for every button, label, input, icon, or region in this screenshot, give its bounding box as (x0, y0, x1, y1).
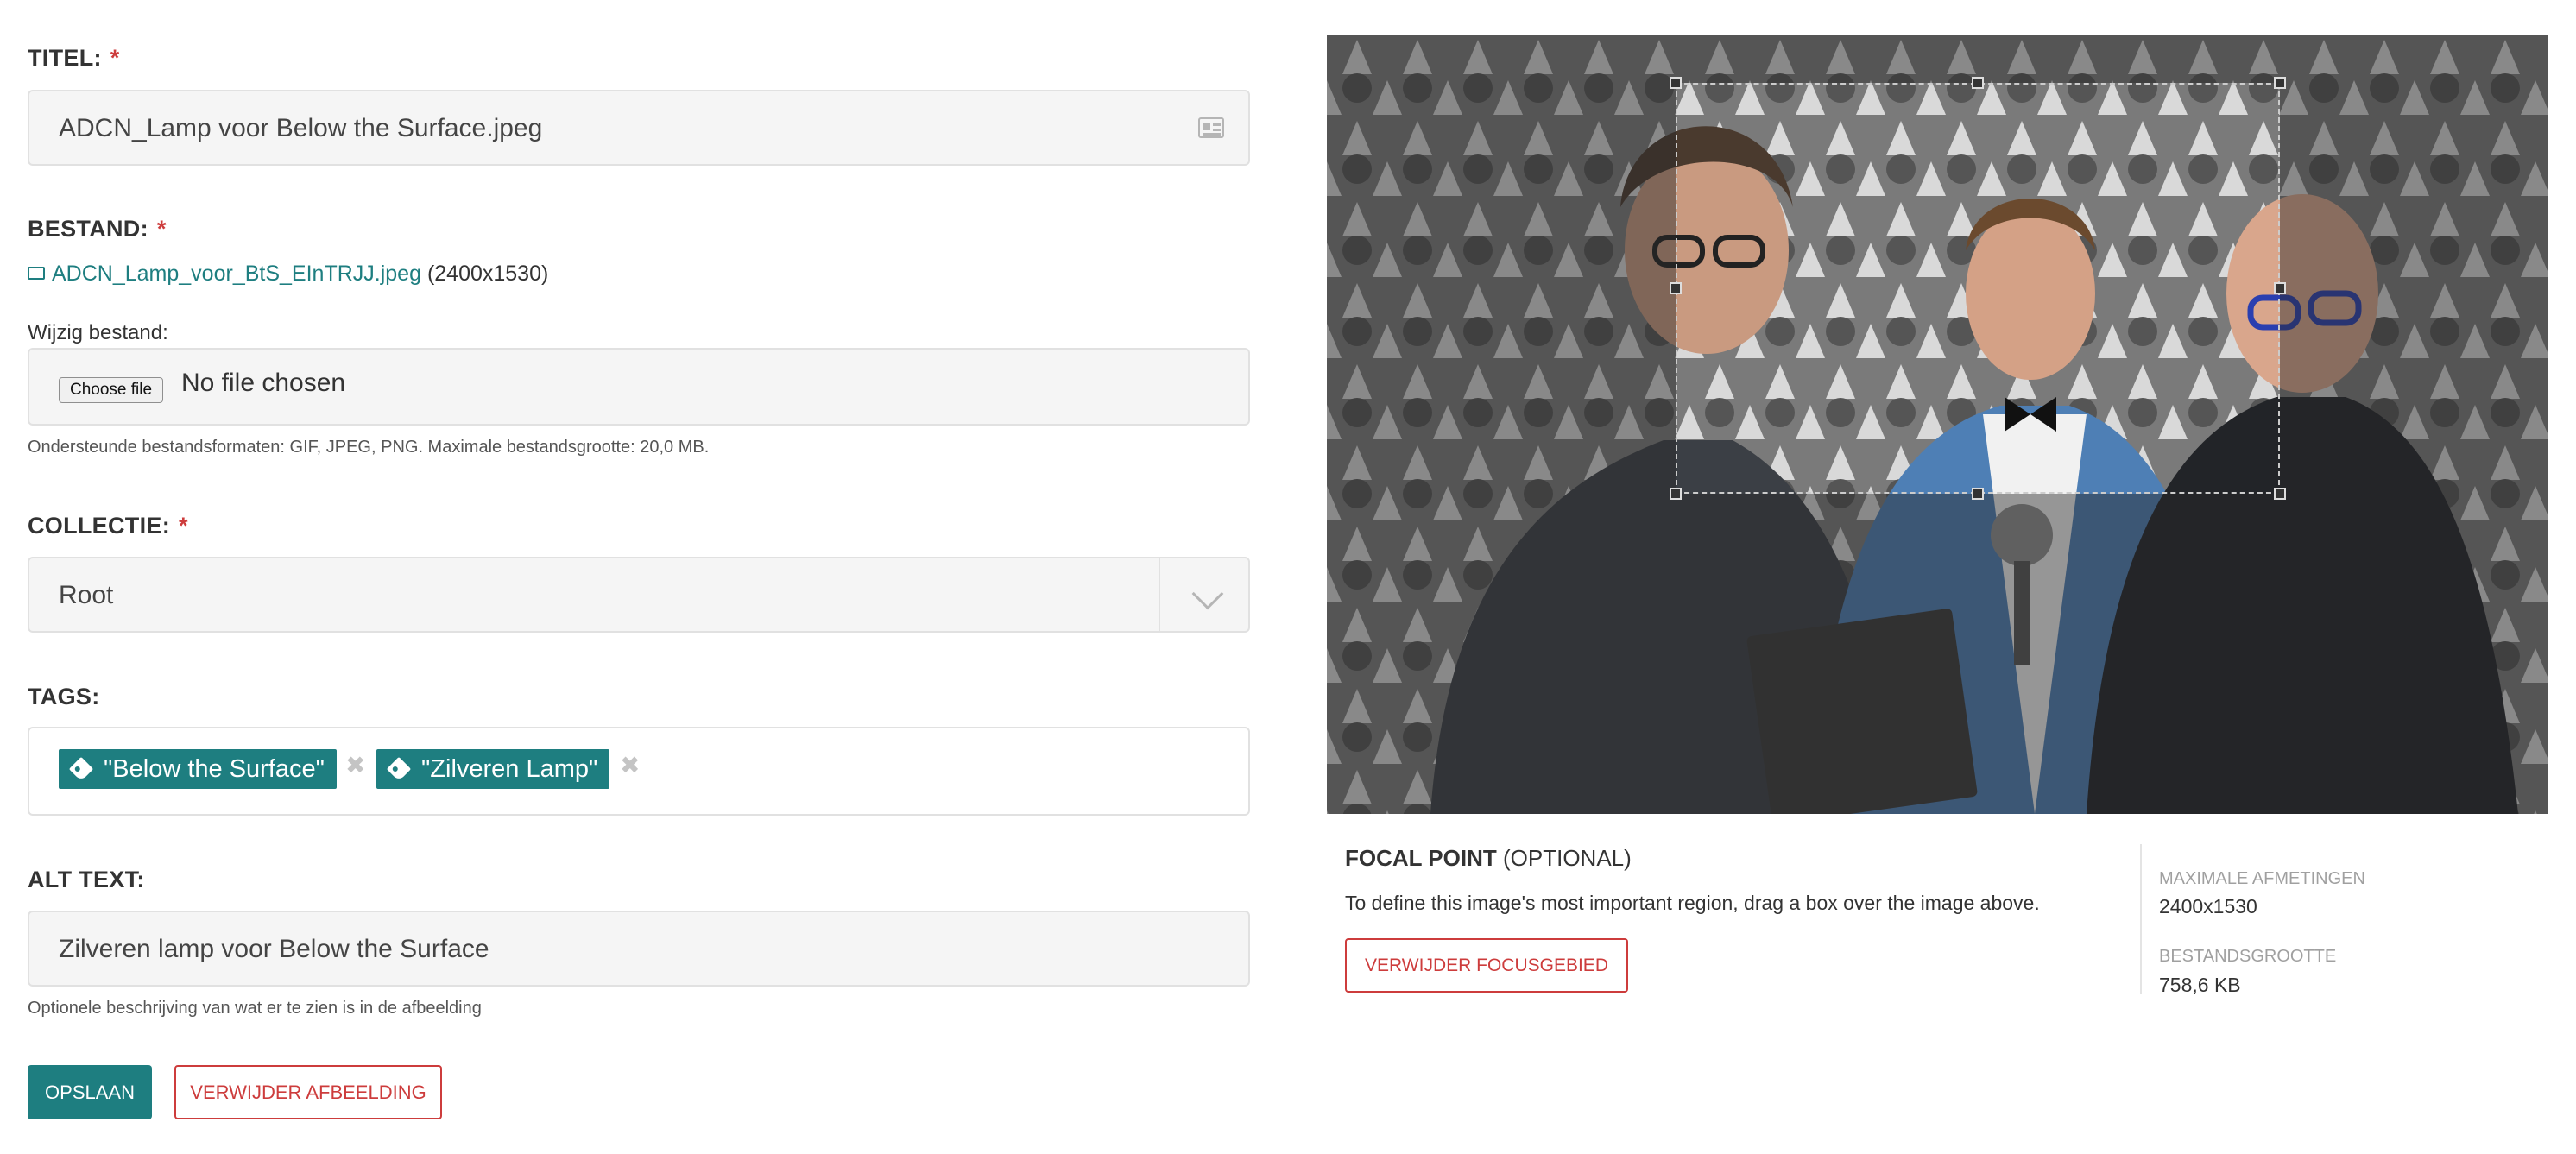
alt-text-help: Optionele beschrijving van wat er te zie… (28, 999, 482, 1018)
crop-handle[interactable] (2274, 488, 2286, 500)
tag-zilveren-lamp: "Zilveren Lamp" (376, 749, 610, 789)
remove-tag-icon[interactable]: ✖ (620, 751, 640, 779)
file-dimensions: (2400x1530) (426, 262, 549, 286)
crop-handle[interactable] (1670, 77, 1682, 89)
crop-shade (1327, 494, 2548, 814)
crop-shade (2280, 83, 2548, 494)
id-card-icon (1198, 117, 1224, 138)
file-help-text: Ondersteunde bestandsformaten: GIF, JPEG… (28, 438, 710, 457)
chevron-down-icon[interactable] (1191, 577, 1224, 610)
tag-below-the-surface: "Below the Surface" (59, 749, 337, 789)
collection-label: COLLECTIE: * (28, 513, 188, 539)
file-size-label: BESTANDSGROOTTE (2159, 947, 2337, 966)
title-input-value[interactable]: ADCN_Lamp voor Below the Surface.jpeg (59, 114, 542, 143)
crop-handle[interactable] (2274, 77, 2286, 89)
meta-divider (2140, 844, 2142, 994)
crop-handle[interactable] (1972, 488, 1984, 500)
crop-handle[interactable] (2274, 282, 2286, 294)
focal-point-title: FOCAL POINT (OPTIONAL) (1345, 845, 1632, 871)
file-size-value: 758,6 KB (2159, 974, 2241, 996)
image-icon (28, 266, 45, 280)
crop-handle[interactable] (1972, 77, 1984, 89)
image-preview[interactable] (1327, 35, 2548, 814)
alt-text-input[interactable]: Zilveren lamp voor Below the Surface (28, 911, 1250, 987)
max-dimensions-value: 2400x1530 (2159, 895, 2257, 918)
change-file-label: Wijzig bestand: (28, 321, 168, 344)
collection-select[interactable]: Root (28, 557, 1250, 633)
tag-icon (386, 756, 412, 782)
save-button[interactable]: OPSLAAN (28, 1065, 152, 1119)
required-mark: * (156, 216, 167, 242)
alt-text-label: ALT TEXT: (28, 867, 145, 892)
tag-icon (68, 756, 94, 782)
required-mark: * (179, 513, 188, 539)
title-input[interactable]: ADCN_Lamp voor Below the Surface.jpeg (28, 90, 1250, 166)
file-label: BESTAND: * (28, 216, 167, 242)
required-mark: * (110, 45, 120, 71)
current-file-link[interactable]: ADCN_Lamp_voor_BtS_EInTRJJ.jpeg (52, 262, 421, 286)
alt-text-value[interactable]: Zilveren lamp voor Below the Surface (59, 935, 489, 964)
focal-point-box[interactable] (1676, 83, 2280, 494)
collection-select-value: Root (59, 581, 114, 609)
file-input[interactable]: Choose file No file chosen (28, 348, 1250, 426)
tags-label: TAGS: (28, 684, 100, 709)
choose-file-button[interactable]: Choose file (59, 377, 164, 403)
delete-image-button[interactable]: VERWIJDER AFBEELDING (174, 1065, 442, 1119)
focal-point-description: To define this image's most important re… (1345, 892, 2040, 914)
focal-point-optional: (OPTIONAL) (1502, 845, 1632, 871)
crop-shade (1327, 35, 2548, 83)
crop-handle[interactable] (1670, 282, 1682, 294)
remove-focal-area-button[interactable]: VERWIJDER FOCUSGEBIED (1345, 938, 1628, 993)
crop-shade (1327, 83, 1676, 494)
tags-input[interactable]: "Below the Surface" ✖ "Zilveren Lamp" ✖ (28, 727, 1250, 816)
crop-handle[interactable] (1670, 488, 1682, 500)
no-file-text: No file chosen (181, 369, 346, 397)
select-divider (1159, 558, 1160, 631)
remove-tag-icon[interactable]: ✖ (345, 751, 365, 779)
title-label: TITEL: * (28, 45, 120, 71)
max-dimensions-label: MAXIMALE AFMETINGEN (2159, 869, 2365, 888)
current-file: ADCN_Lamp_voor_BtS_EInTRJJ.jpeg (2400x15… (28, 262, 548, 287)
